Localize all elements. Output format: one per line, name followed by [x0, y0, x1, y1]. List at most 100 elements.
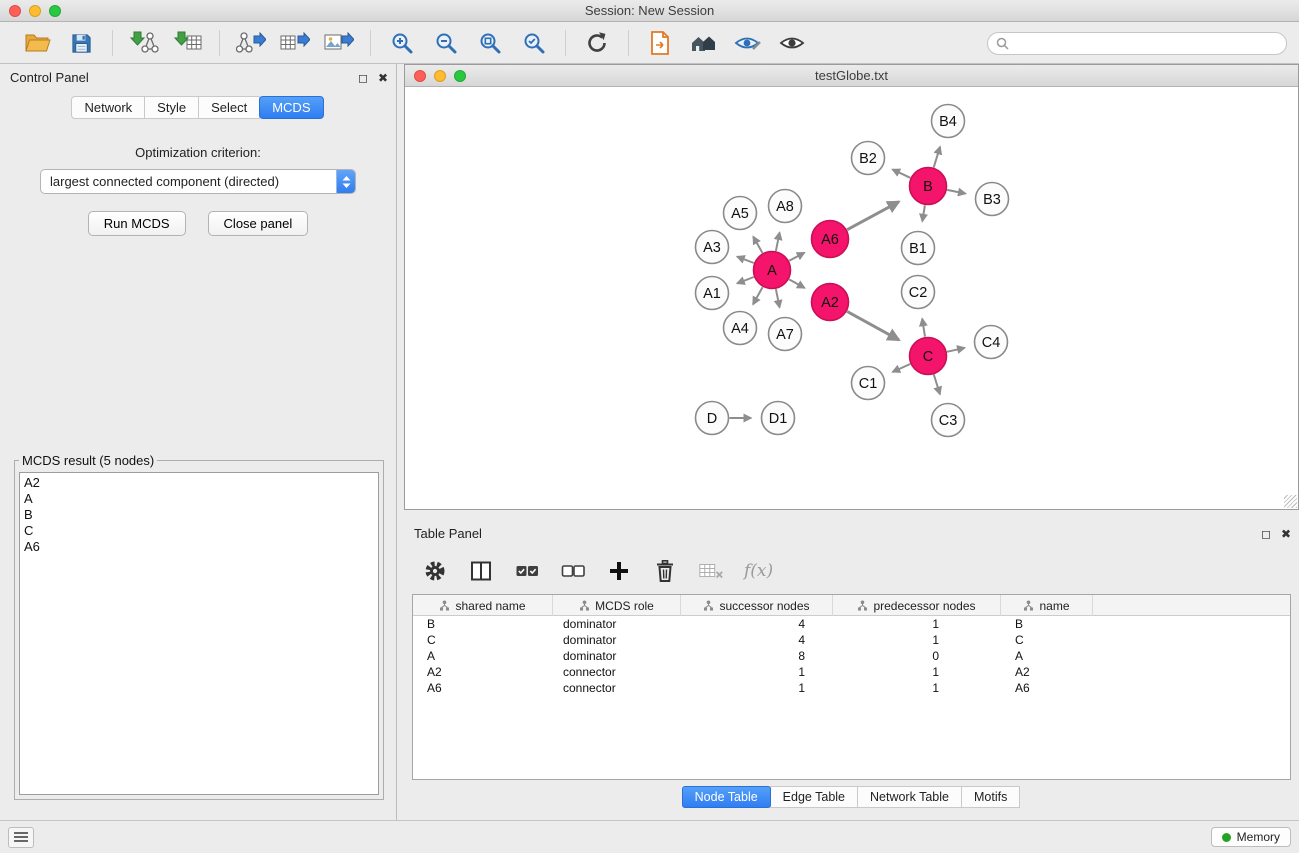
table-cell[interactable]: A2 — [1001, 664, 1093, 680]
minimize-window-button[interactable] — [29, 5, 41, 17]
table-row[interactable]: Adominator80A — [413, 648, 1290, 664]
graph-node-A5[interactable]: A5 — [724, 197, 757, 230]
function-builder-button[interactable]: f(x) — [744, 561, 773, 581]
delete-table-button[interactable] — [698, 558, 724, 584]
graph-node-A6[interactable]: A6 — [812, 221, 849, 258]
mcds-result-item[interactable]: A2 — [24, 475, 374, 491]
table-cell[interactable]: A6 — [413, 680, 553, 696]
table-cell[interactable]: 4 — [681, 616, 833, 632]
memory-button[interactable]: Memory — [1211, 827, 1291, 847]
dropdown-stepper[interactable] — [336, 169, 355, 194]
graph-edge-A-A3[interactable] — [737, 257, 754, 263]
save-session-button[interactable] — [66, 28, 96, 58]
tab-select[interactable]: Select — [198, 96, 260, 119]
tab-style[interactable]: Style — [144, 96, 199, 119]
tab-node-table[interactable]: Node Table — [682, 786, 771, 808]
table-cell[interactable]: dominator — [553, 632, 681, 648]
home-view-button[interactable] — [689, 28, 719, 58]
table-cell[interactable]: C — [1001, 632, 1093, 648]
column-header-predecessor-nodes[interactable]: predecessor nodes — [833, 595, 1001, 616]
graph-edge-A-A5[interactable] — [753, 237, 762, 254]
show-columns-button[interactable] — [468, 558, 494, 584]
tab-network[interactable]: Network — [71, 96, 145, 119]
column-header-name[interactable]: name — [1001, 595, 1093, 616]
graph-edge-A-A8[interactable] — [776, 232, 780, 251]
export-table-button[interactable] — [280, 28, 310, 58]
close-panel-icon[interactable]: ✖ — [378, 64, 388, 92]
node-table[interactable]: shared nameMCDS rolesuccessor nodesprede… — [412, 594, 1291, 780]
graph-edge-A6-B[interactable] — [847, 202, 899, 230]
table-cell[interactable]: A — [1001, 648, 1093, 664]
zoom-fit-button[interactable] — [475, 28, 505, 58]
graph-edge-C-C2[interactable] — [922, 319, 925, 337]
optimization-criterion-dropdown[interactable]: largest connected component (directed) — [40, 169, 356, 194]
open-document-button[interactable] — [645, 28, 675, 58]
refresh-layout-button[interactable] — [582, 28, 612, 58]
graph-node-B1[interactable]: B1 — [902, 232, 935, 265]
graph-edge-A-A1[interactable] — [737, 277, 754, 283]
table-cell[interactable]: 1 — [833, 664, 1001, 680]
table-cell[interactable]: 1 — [833, 616, 1001, 632]
table-row[interactable]: A2connector11A2 — [413, 664, 1290, 680]
graph-node-A1[interactable]: A1 — [696, 277, 729, 310]
table-cell[interactable]: 1 — [681, 680, 833, 696]
graph-edge-A2-C[interactable] — [847, 311, 899, 340]
import-table-button[interactable] — [173, 28, 203, 58]
network-window-titlebar[interactable]: testGlobe.txt — [405, 65, 1298, 87]
network-canvas[interactable]: B4B2BB3A8A5A6A3B1AC2A1A2A4A7C4CC1DD1C3 — [405, 87, 1298, 509]
table-cell[interactable]: connector — [553, 664, 681, 680]
show-hide-button[interactable] — [777, 28, 807, 58]
tab-mcds[interactable]: MCDS — [259, 96, 323, 119]
graph-edge-C-C1[interactable] — [893, 364, 911, 372]
table-row[interactable]: Cdominator41C — [413, 632, 1290, 648]
add-column-button[interactable] — [606, 558, 632, 584]
export-image-button[interactable] — [324, 28, 354, 58]
float-table-panel-icon[interactable]: ◻ — [1261, 520, 1271, 548]
zoom-window-button[interactable] — [49, 5, 61, 17]
column-header-successor-nodes[interactable]: successor nodes — [681, 595, 833, 616]
graph-node-A4[interactable]: A4 — [724, 312, 757, 345]
mcds-result-item[interactable]: A — [24, 491, 374, 507]
graph-node-C4[interactable]: C4 — [975, 326, 1008, 359]
table-cell[interactable]: B — [413, 616, 553, 632]
zoom-selected-button[interactable] — [519, 28, 549, 58]
zoom-out-button[interactable] — [431, 28, 461, 58]
network-close-button[interactable] — [414, 70, 426, 82]
graph-node-A[interactable]: A — [754, 252, 791, 289]
deselect-all-button[interactable] — [560, 558, 586, 584]
graph-edge-A-A2[interactable] — [789, 279, 805, 288]
graph-edge-B-B4[interactable] — [934, 147, 940, 168]
graph-node-A2[interactable]: A2 — [812, 284, 849, 321]
mcds-result-item[interactable]: B — [24, 507, 374, 523]
search-input[interactable] — [1014, 35, 1278, 51]
zoom-in-button[interactable] — [387, 28, 417, 58]
table-row[interactable]: A6connector11A6 — [413, 680, 1290, 696]
table-cell[interactable]: 8 — [681, 648, 833, 664]
delete-column-button[interactable] — [652, 558, 678, 584]
graph-node-C[interactable]: C — [910, 338, 947, 375]
graph-node-A3[interactable]: A3 — [696, 231, 729, 264]
graph-node-D1[interactable]: D1 — [762, 402, 795, 435]
export-network-button[interactable] — [236, 28, 266, 58]
table-row[interactable]: Bdominator41B — [413, 616, 1290, 632]
graph-node-A7[interactable]: A7 — [769, 318, 802, 351]
table-cell[interactable]: 1 — [681, 664, 833, 680]
table-cell[interactable]: A6 — [1001, 680, 1093, 696]
graph-edge-A-A6[interactable] — [789, 253, 804, 261]
graph-node-D[interactable]: D — [696, 402, 729, 435]
tab-motifs[interactable]: Motifs — [961, 786, 1020, 808]
float-panel-icon[interactable]: ◻ — [358, 64, 368, 92]
graph-edge-B-B3[interactable] — [947, 190, 966, 194]
table-cell[interactable]: A — [413, 648, 553, 664]
import-network-button[interactable] — [129, 28, 159, 58]
tab-edge-table[interactable]: Edge Table — [770, 786, 858, 808]
graph-node-B[interactable]: B — [910, 168, 947, 205]
graph-node-C1[interactable]: C1 — [852, 367, 885, 400]
table-cell[interactable]: C — [413, 632, 553, 648]
table-settings-button[interactable] — [422, 558, 448, 584]
close-table-panel-icon[interactable]: ✖ — [1281, 520, 1291, 548]
mcds-result-item[interactable]: A6 — [24, 539, 374, 555]
close-window-button[interactable] — [9, 5, 21, 17]
table-cell[interactable]: 1 — [833, 632, 1001, 648]
search-field[interactable] — [987, 32, 1287, 55]
